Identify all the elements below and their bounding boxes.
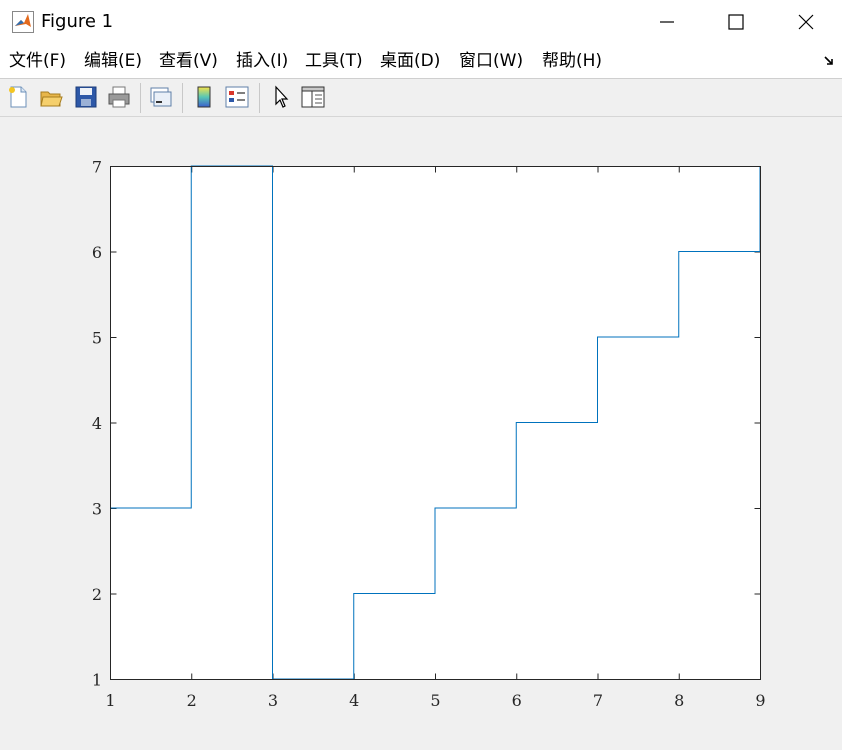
minimize-button[interactable] <box>632 0 702 44</box>
toolbar-separator <box>182 83 183 113</box>
close-button[interactable] <box>771 0 841 44</box>
y-tick-label: 3 <box>92 500 102 519</box>
x-tick-label: 2 <box>187 691 197 710</box>
y-tick-label: 6 <box>92 243 102 262</box>
legend-icon[interactable] <box>224 84 250 110</box>
menu-edit[interactable]: 编辑(E) <box>84 51 142 71</box>
axes-background <box>110 166 760 679</box>
y-tick-label: 4 <box>92 414 102 433</box>
close-icon <box>798 14 814 30</box>
y-tick-label: 7 <box>92 158 102 177</box>
property-inspector-icon[interactable] <box>300 84 326 110</box>
x-tick-label: 7 <box>593 691 603 710</box>
dock-arrow-icon[interactable] <box>822 54 836 68</box>
title-bar: Figure 1 <box>0 0 842 44</box>
menu-window[interactable]: 窗口(W) <box>459 51 523 71</box>
maximize-button[interactable] <box>701 0 771 44</box>
x-tick-label: 1 <box>105 691 115 710</box>
maximize-icon <box>728 14 744 30</box>
y-tick-label: 2 <box>92 585 102 604</box>
menu-insert[interactable]: 插入(I) <box>236 51 288 71</box>
link-plot-icon[interactable] <box>148 84 174 110</box>
menu-tools[interactable]: 工具(T) <box>305 51 363 71</box>
save-icon[interactable] <box>73 84 99 110</box>
x-tick-label: 4 <box>349 691 359 710</box>
y-tick-label: 5 <box>92 329 102 348</box>
new-figure-icon[interactable] <box>5 84 31 110</box>
toolbar-separator <box>259 83 260 113</box>
x-tick-label: 3 <box>268 691 278 710</box>
edit-plot-arrow-icon[interactable] <box>268 84 294 110</box>
menu-file[interactable]: 文件(F) <box>9 51 66 71</box>
plot-axes[interactable]: 1 2 3 4 5 6 7 8 9 1 2 3 4 5 6 7 <box>0 117 842 750</box>
print-icon[interactable] <box>106 84 132 110</box>
toolbar <box>0 78 842 117</box>
menu-desktop[interactable]: 桌面(D) <box>380 51 440 71</box>
y-tick-label: 1 <box>92 671 102 690</box>
toolbar-separator <box>140 83 141 113</box>
matlab-logo-icon <box>12 11 34 33</box>
open-file-icon[interactable] <box>38 84 64 110</box>
window-title: Figure 1 <box>41 11 114 32</box>
x-tick-label: 6 <box>512 691 522 710</box>
menu-help[interactable]: 帮助(H) <box>542 51 602 71</box>
x-tick-label: 8 <box>674 691 684 710</box>
minimize-icon <box>660 21 674 23</box>
menu-view[interactable]: 查看(V) <box>159 51 218 71</box>
menu-bar: 文件(F) 编辑(E) 查看(V) 插入(I) 工具(T) 桌面(D) 窗口(W… <box>0 44 842 78</box>
colorbar-icon[interactable] <box>191 84 217 110</box>
x-tick-label: 5 <box>430 691 440 710</box>
x-tick-label: 9 <box>755 691 765 710</box>
